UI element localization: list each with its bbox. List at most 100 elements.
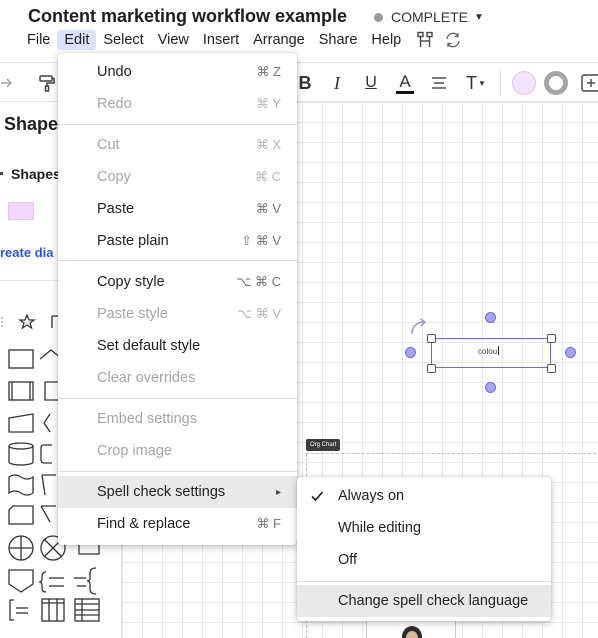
menu-separator (297, 581, 551, 582)
menu-item-label: Embed settings (97, 411, 197, 427)
menu-view[interactable]: View (151, 30, 196, 50)
menu-item-label: Paste plain (97, 233, 169, 249)
create-diagram-link[interactable]: reate dia (0, 245, 53, 260)
panel-title: Shape (4, 114, 59, 134)
swimlane-shape (41, 598, 65, 622)
submenu-item-off[interactable]: Off (297, 544, 551, 576)
menu-item-label: Paste (97, 201, 135, 217)
line-color-ring (544, 71, 568, 95)
document-status[interactable]: COMPLETE ▼ (374, 9, 484, 25)
menu-item-paste-plain[interactable]: Paste plain ⇧ ⌘ V (58, 225, 297, 257)
menu-share[interactable]: Share (312, 30, 365, 50)
menu-item-label: Copy (97, 169, 131, 185)
format-painter-icon[interactable] (36, 71, 58, 95)
org-chart-photo[interactable] (366, 620, 456, 638)
document-title[interactable]: Content marketing workflow example (28, 6, 347, 27)
menu-item-embed-settings[interactable]: Embed settings (58, 403, 297, 435)
menu-item-copy[interactable]: Copy ⌘ C (58, 161, 297, 193)
menu-insert[interactable]: Insert (196, 30, 246, 50)
presentation-network-icon[interactable] (414, 29, 436, 51)
org-chart-tag[interactable]: Org Chart (306, 439, 341, 451)
menu-item-undo[interactable]: Undo ⌘ Z (58, 56, 297, 88)
menu-item-spell-check-settings[interactable]: Spell check settings ▸ (58, 476, 297, 508)
bold-button[interactable]: B (296, 71, 314, 95)
annotation-shape (38, 571, 64, 593)
recent-shape-swatch[interactable] (8, 202, 34, 220)
text-size-button[interactable]: T ▼ (464, 71, 488, 95)
menu-item-redo[interactable]: Redo ⌘ Y (58, 88, 297, 120)
menu-item-crop-image[interactable]: Crop image (58, 435, 297, 467)
menu-arrange[interactable]: Arrange (246, 30, 312, 50)
submenu-item-label: Off (338, 552, 358, 568)
person-photo-icon (367, 621, 455, 638)
process-shape (8, 381, 34, 401)
menu-edit[interactable]: Edit (57, 30, 97, 50)
menu-item-paste-style[interactable]: Paste style ⌥ ⌘ V (58, 298, 297, 330)
menu-item-label: Crop image (97, 443, 172, 459)
panel-collapse-dot[interactable] (0, 172, 3, 175)
italic-button[interactable]: I (328, 71, 346, 95)
shortcut-label: ⌘ X (255, 137, 281, 152)
bracket-note-shape (9, 599, 28, 621)
sync-icon[interactable] (442, 29, 464, 51)
submenu-item-change-language[interactable]: Change spell check language (297, 585, 551, 617)
fill-color-icon[interactable] (512, 71, 536, 95)
shapes-section-title[interactable]: Shapes (11, 166, 61, 182)
connection-point-left[interactable] (405, 347, 416, 358)
shortcut-label: ⌘ Z (256, 64, 281, 79)
fill-color-swatch (512, 71, 536, 95)
shape-text-editor[interactable]: colou (478, 346, 500, 356)
menu-item-label: Spell check settings (97, 484, 226, 500)
or-shape (8, 535, 34, 561)
resize-handle-top-right[interactable] (547, 334, 556, 343)
status-label: COMPLETE (391, 9, 469, 25)
submenu-item-while-editing[interactable]: While editing (297, 512, 551, 544)
menu-item-find-replace[interactable]: Find & replace ⌘ F (58, 508, 297, 540)
menu-separator (58, 471, 297, 472)
menu-item-label: Find & replace (97, 516, 191, 532)
database-shape (8, 442, 34, 466)
connection-point-bottom[interactable] (485, 382, 496, 393)
shortcut-label: ⌥ ⌘ C (236, 274, 281, 289)
menu-item-cut[interactable]: Cut ⌘ X (58, 129, 297, 161)
connection-point-right[interactable] (565, 347, 576, 358)
rotate-handle-icon[interactable] (409, 318, 431, 336)
star-icon (18, 313, 36, 330)
menu-help[interactable]: Help (364, 30, 408, 50)
resize-handle-bottom-left[interactable] (427, 364, 436, 373)
text-size-label: T (466, 72, 478, 93)
edit-menu: Undo ⌘ Z Redo ⌘ Y Cut ⌘ X Copy ⌘ C Paste ⌘ V … (58, 53, 297, 545)
submenu-item-always-on[interactable]: Always on (297, 480, 551, 512)
submenu-arrow-icon: ▸ (275, 486, 281, 498)
table-shape (74, 598, 100, 622)
menu-select[interactable]: Select (96, 30, 150, 50)
font-color-bar (396, 90, 414, 94)
menu-file[interactable]: File (20, 30, 57, 50)
connection-point-top[interactable] (485, 312, 496, 323)
align-center-icon[interactable] (429, 71, 449, 95)
font-color-button[interactable]: A (396, 71, 414, 95)
menu-item-copy-style[interactable]: Copy style ⌥ ⌘ C (58, 266, 297, 298)
redo-arrow-icon[interactable] (0, 71, 14, 95)
menu-item-label: Paste style (97, 306, 168, 322)
card-shape (8, 505, 34, 525)
submenu-item-label: While editing (338, 520, 422, 536)
menu-item-paste[interactable]: Paste ⌘ V (58, 193, 297, 225)
shortcut-label: ⌘ F (256, 516, 281, 531)
underline-button[interactable]: U (362, 71, 380, 95)
triangle-shape (40, 505, 56, 523)
status-dot-icon (374, 12, 383, 22)
shortcut-label: ⌥ ⌘ V (237, 306, 281, 321)
menu-item-clear-overrides[interactable]: Clear overrides (58, 362, 297, 394)
menu-item-set-default-style[interactable]: Set default style (58, 330, 297, 362)
menu-item-label: Clear overrides (97, 370, 196, 386)
parallelogram-shape (41, 474, 56, 496)
add-shape-icon[interactable] (580, 71, 598, 95)
drag-handle-icon (1, 317, 3, 327)
shortcut-label: ⌘ V (255, 201, 281, 216)
spell-check-submenu: Always on While editing Off Change spell… (297, 477, 551, 621)
caret-down-icon: ▼ (478, 78, 486, 88)
line-style-icon[interactable] (544, 71, 568, 95)
submenu-item-label: Always on (338, 488, 405, 504)
resize-handle-bottom-right[interactable] (547, 364, 556, 373)
